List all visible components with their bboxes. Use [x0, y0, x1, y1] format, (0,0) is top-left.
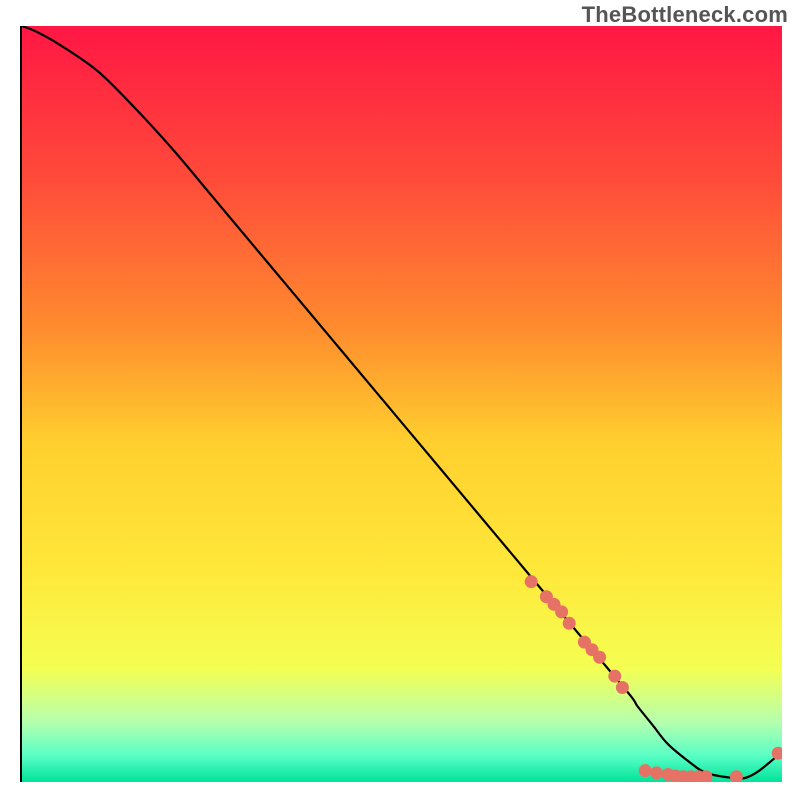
- curve-marker: [616, 681, 629, 694]
- watermark-text: TheBottleneck.com: [582, 2, 788, 28]
- curve-marker: [525, 575, 538, 588]
- curve-marker: [593, 651, 606, 664]
- plot-svg: [22, 26, 782, 782]
- curve-marker: [563, 617, 576, 630]
- plot-area: [20, 26, 780, 782]
- gradient-background: [22, 26, 782, 782]
- chart-root: TheBottleneck.com: [0, 0, 800, 800]
- curve-marker: [639, 764, 652, 777]
- curve-marker: [608, 670, 621, 683]
- curve-marker: [555, 605, 568, 618]
- curve-marker: [650, 766, 663, 779]
